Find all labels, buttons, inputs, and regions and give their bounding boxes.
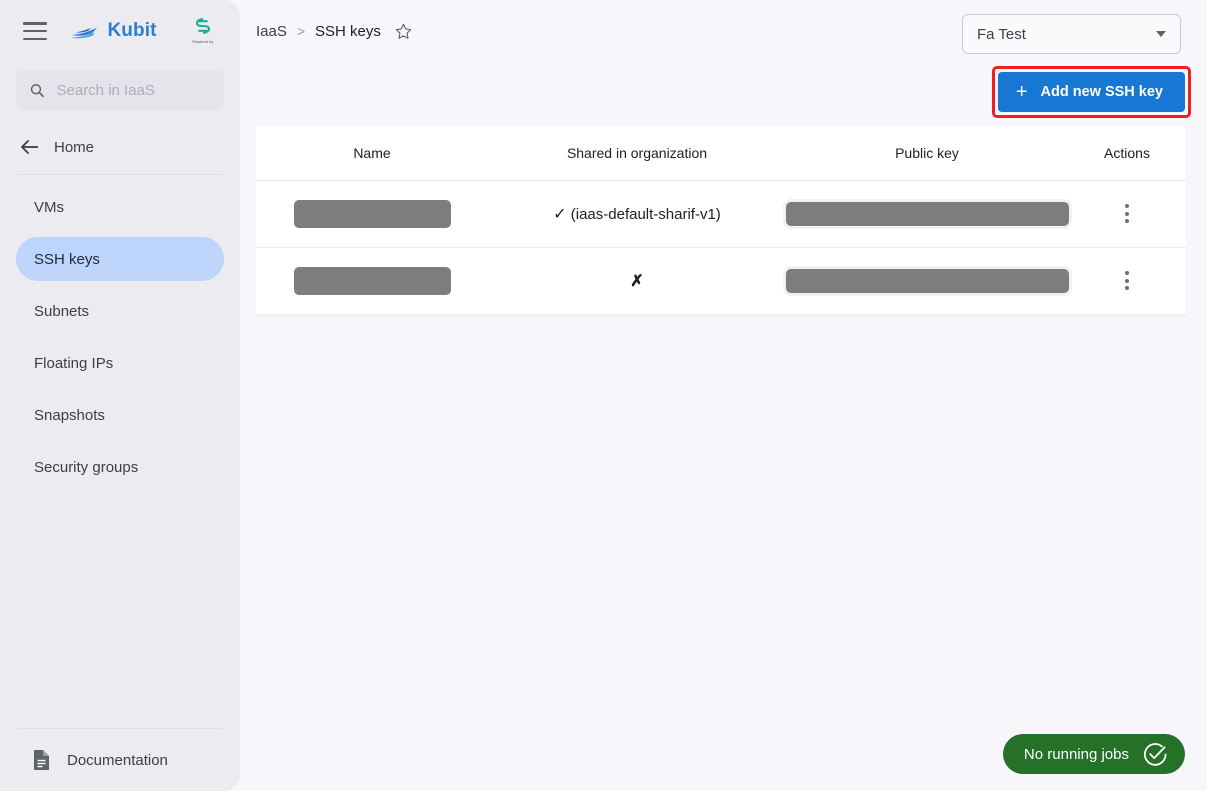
sidebar-item-snapshots[interactable]: Snapshots	[16, 393, 224, 437]
cell-actions	[1068, 180, 1186, 248]
chevron-down-icon	[1156, 31, 1166, 37]
plus-icon: +	[1015, 81, 1028, 103]
cell-name	[256, 247, 488, 315]
more-vertical-icon[interactable]	[1125, 271, 1129, 290]
more-vertical-icon[interactable]	[1125, 204, 1129, 223]
breadcrumb-root[interactable]: IaaS	[256, 23, 287, 40]
shared-check-icon: ✓	[553, 205, 567, 223]
partner-mark-icon	[195, 18, 211, 34]
redacted-name-value	[293, 199, 451, 228]
table-header-row: Name Shared in organization Public key A…	[256, 126, 1186, 181]
sidebar: Kubit Powered by Home	[0, 0, 240, 791]
column-header-shared: Shared in organization	[488, 126, 786, 181]
search-box[interactable]	[16, 70, 224, 110]
table-row: ✗	[256, 247, 1186, 315]
column-header-name: Name	[256, 126, 488, 181]
sidebar-divider-top	[18, 174, 222, 175]
document-icon	[34, 750, 49, 770]
table-body: ✓ (iaas-default-sharif-v1) ✗	[256, 180, 1186, 315]
status-badge-label: No running jobs	[1023, 745, 1129, 763]
cell-public-key	[786, 247, 1069, 315]
sidebar-item-ssh-keys[interactable]: SSH keys	[16, 237, 224, 281]
cell-shared: ✗	[488, 247, 786, 315]
status-badge[interactable]: No running jobs	[1002, 734, 1185, 774]
column-header-actions: Actions	[1068, 126, 1186, 181]
sidebar-item-vms[interactable]: VMs	[16, 185, 224, 229]
breadcrumb-separator-icon: >	[296, 23, 306, 39]
sidebar-item-label: SSH keys	[34, 250, 100, 268]
sidebar-item-label: Snapshots	[34, 406, 105, 424]
add-new-ssh-key-button[interactable]: + Add new SSH key	[997, 72, 1185, 112]
brand-name: Kubit	[107, 20, 157, 41]
sidebar-item-label: Security groups	[34, 458, 139, 476]
sidebar-item-label: VMs	[34, 198, 64, 216]
table-row: ✓ (iaas-default-sharif-v1)	[256, 180, 1186, 248]
main-content: IaaS > SSH keys Fa Test + Add new SSH ke…	[240, 0, 1207, 791]
sidebar-item-label: Floating IPs	[34, 354, 114, 372]
sidebar-item-documentation[interactable]: Documentation	[0, 729, 240, 791]
add-ssh-key-highlight: + Add new SSH key	[991, 66, 1191, 118]
boat-icon	[71, 27, 98, 39]
sidebar-header: Kubit Powered by	[0, 0, 240, 62]
sidebar-item-floating-ips[interactable]: Floating IPs	[16, 341, 224, 385]
check-circle-icon	[1143, 742, 1167, 766]
project-selector[interactable]: Fa Test	[962, 14, 1181, 54]
redacted-name-value	[293, 266, 451, 295]
breadcrumb-current[interactable]: SSH keys	[315, 23, 381, 40]
cell-actions	[1068, 247, 1186, 315]
partner-sub-text: Powered by	[192, 40, 214, 44]
ssh-keys-table-card: Name Shared in organization Public key A…	[256, 126, 1186, 315]
shared-cross-icon: ✗	[630, 272, 644, 290]
arrow-left-icon	[21, 140, 38, 154]
sidebar-item-home[interactable]: Home	[0, 124, 240, 170]
star-outline-icon[interactable]	[395, 23, 412, 40]
sidebar-nav: VMs SSH keys Subnets Floating IPs Snapsh…	[0, 185, 240, 497]
sidebar-item-subnets[interactable]: Subnets	[16, 289, 224, 333]
app-root: Kubit Powered by Home	[0, 0, 1207, 791]
documentation-label: Documentation	[67, 751, 168, 769]
cell-shared: ✓ (iaas-default-sharif-v1)	[488, 180, 786, 248]
project-selector-value: Fa Test	[977, 25, 1026, 43]
column-header-public-key: Public key	[786, 126, 1068, 181]
shared-detail: (iaas-default-sharif-v1)	[570, 205, 721, 223]
sidebar-home-label: Home	[54, 138, 95, 156]
search-input[interactable]	[56, 81, 210, 99]
ssh-keys-table: Name Shared in organization Public key A…	[256, 126, 1186, 315]
sidebar-item-security-groups[interactable]: Security groups	[16, 445, 224, 489]
add-new-ssh-key-label: Add new SSH key	[1040, 84, 1163, 100]
table-head: Name Shared in organization Public key A…	[256, 126, 1186, 181]
sidebar-item-label: Subnets	[34, 302, 90, 320]
sidebar-footer: Documentation	[0, 728, 240, 791]
breadcrumb: IaaS > SSH keys	[256, 23, 412, 40]
cell-public-key	[786, 180, 1069, 248]
redacted-public-key-value	[786, 201, 1069, 226]
redacted-public-key-value	[786, 268, 1069, 293]
cell-name	[256, 180, 488, 248]
brand-logo[interactable]: Kubit	[41, 20, 186, 42]
partner-logo: Powered by	[186, 18, 220, 44]
search-icon	[30, 83, 44, 97]
